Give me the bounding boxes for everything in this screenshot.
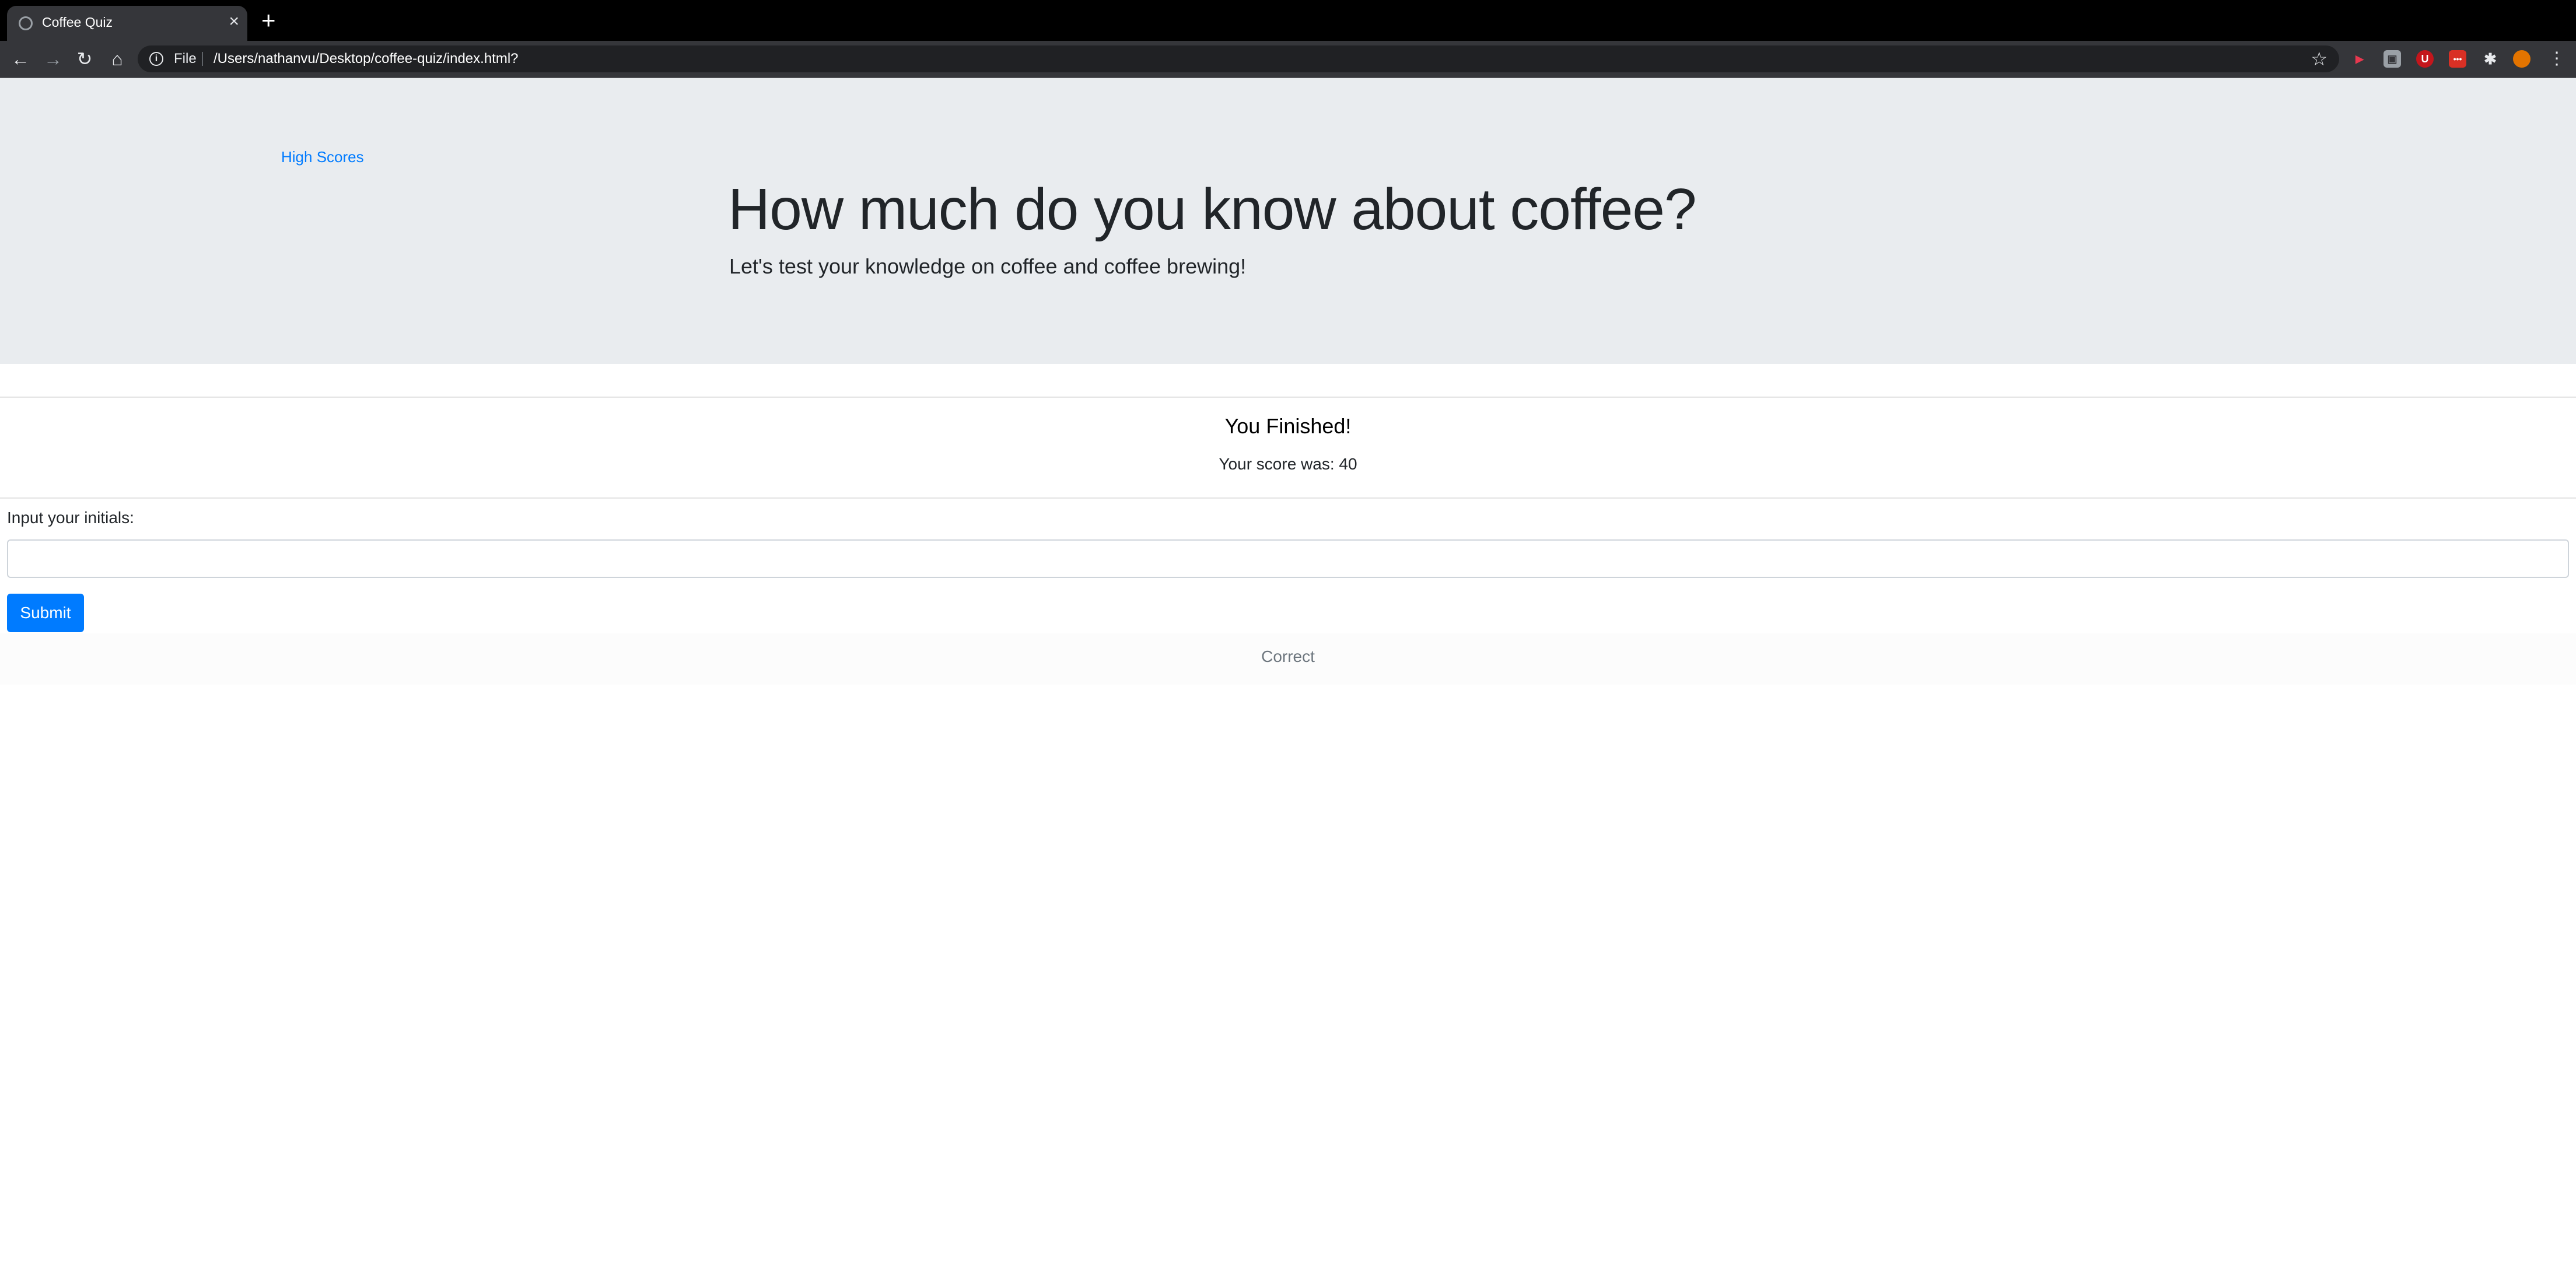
scheme-label: File xyxy=(174,51,197,66)
answer-feedback: Correct xyxy=(1261,647,1315,665)
top-divider xyxy=(0,397,2576,398)
high-scores-link[interactable]: High Scores xyxy=(281,148,364,166)
browser-tab[interactable]: Coffee Quiz × xyxy=(7,6,247,41)
red-extension-icon[interactable]: ••• xyxy=(2449,50,2466,68)
bookmark-star-icon[interactable]: ☆ xyxy=(2311,48,2328,70)
page-title: How much do you know about coffee? xyxy=(728,177,1697,242)
address-bar[interactable]: i File /Users/nathanvu/Desktop/coffee-qu… xyxy=(138,45,2339,72)
home-icon[interactable]: ⌂ xyxy=(105,47,130,71)
grey-extension-icon[interactable]: ▣ xyxy=(2384,50,2401,68)
puzzle-extensions-icon[interactable]: ✱ xyxy=(2482,50,2499,68)
score-text: Your score was: 40 xyxy=(1219,455,1357,473)
initials-input[interactable] xyxy=(7,539,2569,578)
tab-title: Coffee Quiz xyxy=(42,15,113,30)
video-extension-icon[interactable]: ▶ xyxy=(2351,50,2368,68)
forward-icon[interactable]: → xyxy=(41,47,65,71)
browser-tabstrip: Coffee Quiz × + xyxy=(0,0,2576,41)
new-tab-icon[interactable]: + xyxy=(261,8,276,33)
browser-menu-icon[interactable]: ⋮ xyxy=(2544,47,2569,71)
close-tab-icon[interactable]: × xyxy=(229,12,239,31)
ublock-extension-icon[interactable]: U xyxy=(2416,50,2434,68)
address-separator xyxy=(202,52,203,66)
bottom-divider xyxy=(0,497,2576,499)
back-icon[interactable]: ← xyxy=(8,47,33,71)
profile-avatar-icon[interactable] xyxy=(2513,50,2530,68)
globe-icon xyxy=(19,16,33,30)
url-text[interactable]: /Users/nathanvu/Desktop/coffee-quiz/inde… xyxy=(214,51,519,67)
page-subtitle: Let's test your knowledge on coffee and … xyxy=(729,254,1247,278)
browser-toolbar: ← → ↻ ⌂ i File /Users/nathanvu/Desktop/c… xyxy=(0,41,2576,77)
finished-heading: You Finished! xyxy=(1224,414,1352,438)
submit-button[interactable]: Submit xyxy=(7,594,84,632)
info-icon[interactable]: i xyxy=(149,52,163,66)
jumbotron-header: High Scores How much do you know about c… xyxy=(0,78,2576,364)
reload-icon[interactable]: ↻ xyxy=(72,47,97,71)
initials-label: Input your initials: xyxy=(7,509,134,527)
